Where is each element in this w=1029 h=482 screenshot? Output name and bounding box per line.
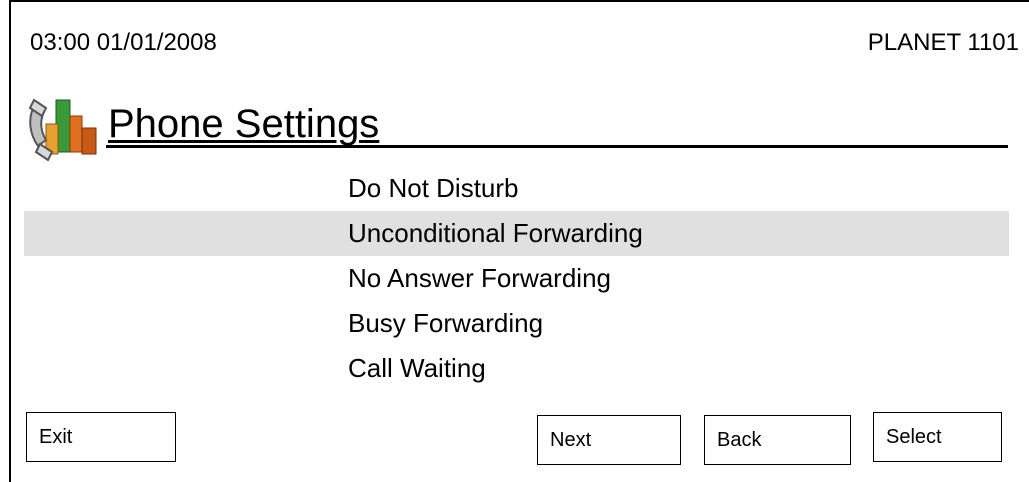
menu-item-call-waiting[interactable]: Call Waiting [24,346,1009,391]
menu-item-busy-forwarding[interactable]: Busy Forwarding [24,301,1009,346]
menu-item-no-answer-forwarding[interactable]: No Answer Forwarding [24,256,1009,301]
phone-settings-icon [26,94,104,164]
select-button[interactable]: Select [873,412,1002,462]
device-model: PLANET 1101 [867,29,1019,56]
next-button[interactable]: Next [537,415,681,465]
status-time-date: 03:00 01/01/2008 [30,29,217,56]
settings-menu: Do Not Disturb Unconditional Forwarding … [24,166,1009,391]
exit-button[interactable]: Exit [26,412,176,462]
page-title: Phone Settings [108,102,380,146]
back-button[interactable]: Back [704,415,851,465]
title-underline [106,145,1008,148]
menu-item-do-not-disturb[interactable]: Do Not Disturb [24,166,1009,211]
menu-item-unconditional-forwarding[interactable]: Unconditional Forwarding [24,211,1009,256]
